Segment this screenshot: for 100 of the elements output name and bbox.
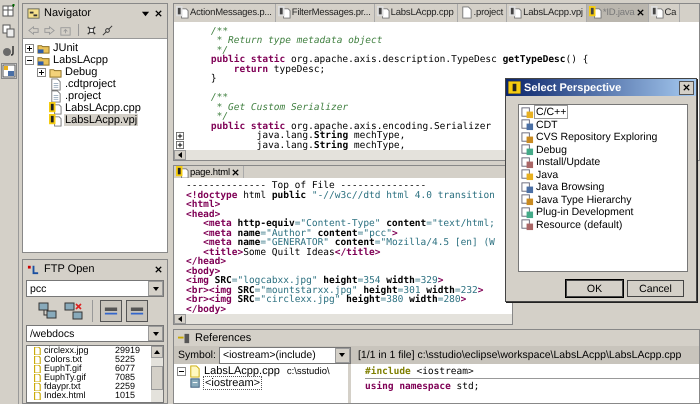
path-dropdown[interactable]: /webdocs	[26, 325, 164, 342]
code-line: /**	[210, 93, 228, 102]
arrow-icon	[176, 315, 184, 323]
perspective-icon[interactable]	[2, 24, 16, 38]
close-icon[interactable]	[154, 8, 163, 18]
references-icon	[178, 332, 191, 344]
perspective-icon[interactable]	[2, 4, 16, 18]
tree-toggle[interactable]	[25, 44, 34, 52]
panel-title: References	[195, 332, 252, 344]
panel-title: Navigator	[44, 7, 92, 19]
file-name[interactable]: Index.html	[44, 391, 112, 400]
tree-item[interactable]: LabsLAcpp.cpp	[203, 365, 281, 377]
source-file-icon	[176, 6, 189, 20]
dialog-button[interactable]: OK	[566, 280, 623, 297]
code-line: return typeDesc;	[234, 64, 326, 74]
perspective-item[interactable]: CVS Repository Exploring	[535, 131, 658, 144]
tree-item[interactable]: .project	[64, 90, 102, 102]
source-file-icon	[509, 6, 522, 20]
perspective-item[interactable]: C/C++	[535, 106, 568, 118]
tree-item[interactable]: LabsLAcpp.vpj	[64, 114, 138, 126]
perspective-icon	[521, 180, 534, 194]
code-line: <meta name="GENERATOR" content="Mozilla/4.5 [en] (W	[202, 238, 495, 248]
code-line: #include <iostream>	[365, 366, 474, 378]
app-icon	[508, 81, 521, 94]
perspective-icon	[521, 130, 534, 144]
code-line: public static org.apache.axis.encoding.Serializer	[210, 122, 492, 131]
tree-item[interactable]: Debug	[64, 66, 98, 78]
perspective-item[interactable]: Plug-in Development	[535, 206, 634, 218]
source-file-icon	[49, 102, 62, 114]
caret-icon[interactable]	[141, 8, 150, 18]
file-size: 7085	[115, 373, 136, 382]
file-name[interactable]: Colors.txt	[44, 355, 112, 364]
tree-item[interactable]: LabsLAcpp.cpp	[64, 102, 142, 114]
caret-icon	[338, 351, 346, 359]
code-line: * Get Custom Serializer	[216, 102, 348, 112]
text-mode-button[interactable]	[100, 300, 122, 322]
code-line: <body>	[186, 266, 220, 276]
perspective-icon[interactable]	[2, 44, 16, 58]
perspective-item[interactable]: Install/Update	[535, 156, 602, 168]
file-name[interactable]: fdaypr.txt	[44, 382, 112, 391]
tree-item[interactable]: .cdtproject	[64, 78, 117, 90]
file-name[interactable]: circlexx.jpg	[44, 346, 112, 355]
perspective-icon	[521, 118, 534, 132]
perspective-item[interactable]: Resource (default)	[535, 218, 624, 231]
perspective-item[interactable]: Java Type Hierarchy	[535, 194, 633, 206]
file-icon	[460, 6, 473, 20]
perspective-item[interactable]: CDT	[535, 118, 559, 131]
perspective-icon	[521, 193, 534, 206]
scrollbar[interactable]	[174, 314, 512, 324]
perspective-icon	[521, 168, 534, 182]
code-line: -------------- Top of File ---------------	[186, 181, 426, 190]
caret-icon	[152, 284, 160, 292]
fold-icon[interactable]	[176, 141, 184, 150]
code-line: java.lang.String mechType,	[256, 131, 406, 140]
code-line: <meta name="Author" content="pcc">	[202, 228, 398, 238]
binary-mode-button[interactable]	[126, 300, 148, 322]
panel-title: FTP Open	[44, 263, 96, 275]
perspective-item[interactable]: Debug	[535, 144, 568, 156]
collapse-all-icon[interactable]	[85, 24, 98, 36]
tree-toggle[interactable]	[37, 68, 46, 76]
caret-icon	[152, 330, 160, 338]
file-size: 29919	[115, 346, 142, 355]
symbol-dropdown[interactable]: <iostream>(include)	[218, 346, 351, 364]
tree-item[interactable]: <iostream>	[204, 377, 262, 389]
source-file-icon	[376, 6, 390, 20]
tree-item[interactable]: JUnit	[52, 42, 80, 54]
perspective-icon[interactable]	[2, 64, 16, 78]
code-line: <html>	[186, 200, 220, 210]
code-line: <img SRC="logcabxx.jpg" height=354 width=329>	[186, 276, 444, 286]
file-name[interactable]: EuphT.gif	[44, 364, 112, 373]
link-icon[interactable]	[101, 24, 114, 36]
perspective-item[interactable]: Java	[535, 168, 560, 181]
close-button[interactable]	[679, 80, 694, 94]
file-size: 1015	[115, 391, 136, 400]
code-line: <br><img SRC="circlexx.jpg" height=380 width=280>	[186, 295, 466, 304]
file-name[interactable]: EuphTy.gif	[44, 373, 112, 382]
tree-toggle[interactable]	[25, 56, 34, 64]
perspective-item[interactable]: Java Browsing	[535, 181, 606, 194]
close-icon[interactable]	[154, 264, 163, 274]
tree-item[interactable]: LabsLAcpp	[52, 54, 110, 66]
dialog-button[interactable]: Cancel	[627, 280, 684, 297]
host-dropdown[interactable]: pcc	[26, 280, 164, 297]
fold-icon[interactable]	[176, 132, 184, 140]
close-icon	[682, 83, 691, 92]
close-icon[interactable]	[230, 168, 240, 176]
file-icon	[49, 90, 62, 102]
code-line: */	[216, 112, 228, 122]
symbol-label: Symbol:	[178, 349, 216, 361]
close-icon[interactable]	[636, 8, 645, 18]
file-size: 5225	[115, 355, 136, 364]
editor-tab[interactable]: page.html	[174, 166, 244, 178]
disconnect-icon[interactable]	[63, 300, 85, 322]
code-line: * Return type metadata object	[216, 36, 382, 46]
tree-toggle[interactable]	[177, 366, 186, 376]
editor-tab[interactable]: Ca	[648, 4, 680, 22]
dialog-title: Select Perspective	[524, 82, 622, 94]
scrollbar[interactable]	[151, 346, 163, 402]
code-line: </body>	[186, 304, 226, 314]
include-icon	[189, 376, 202, 390]
code-line: <br><img SRC="mountstarxx.jpg" height=301 width=232>	[186, 286, 484, 295]
